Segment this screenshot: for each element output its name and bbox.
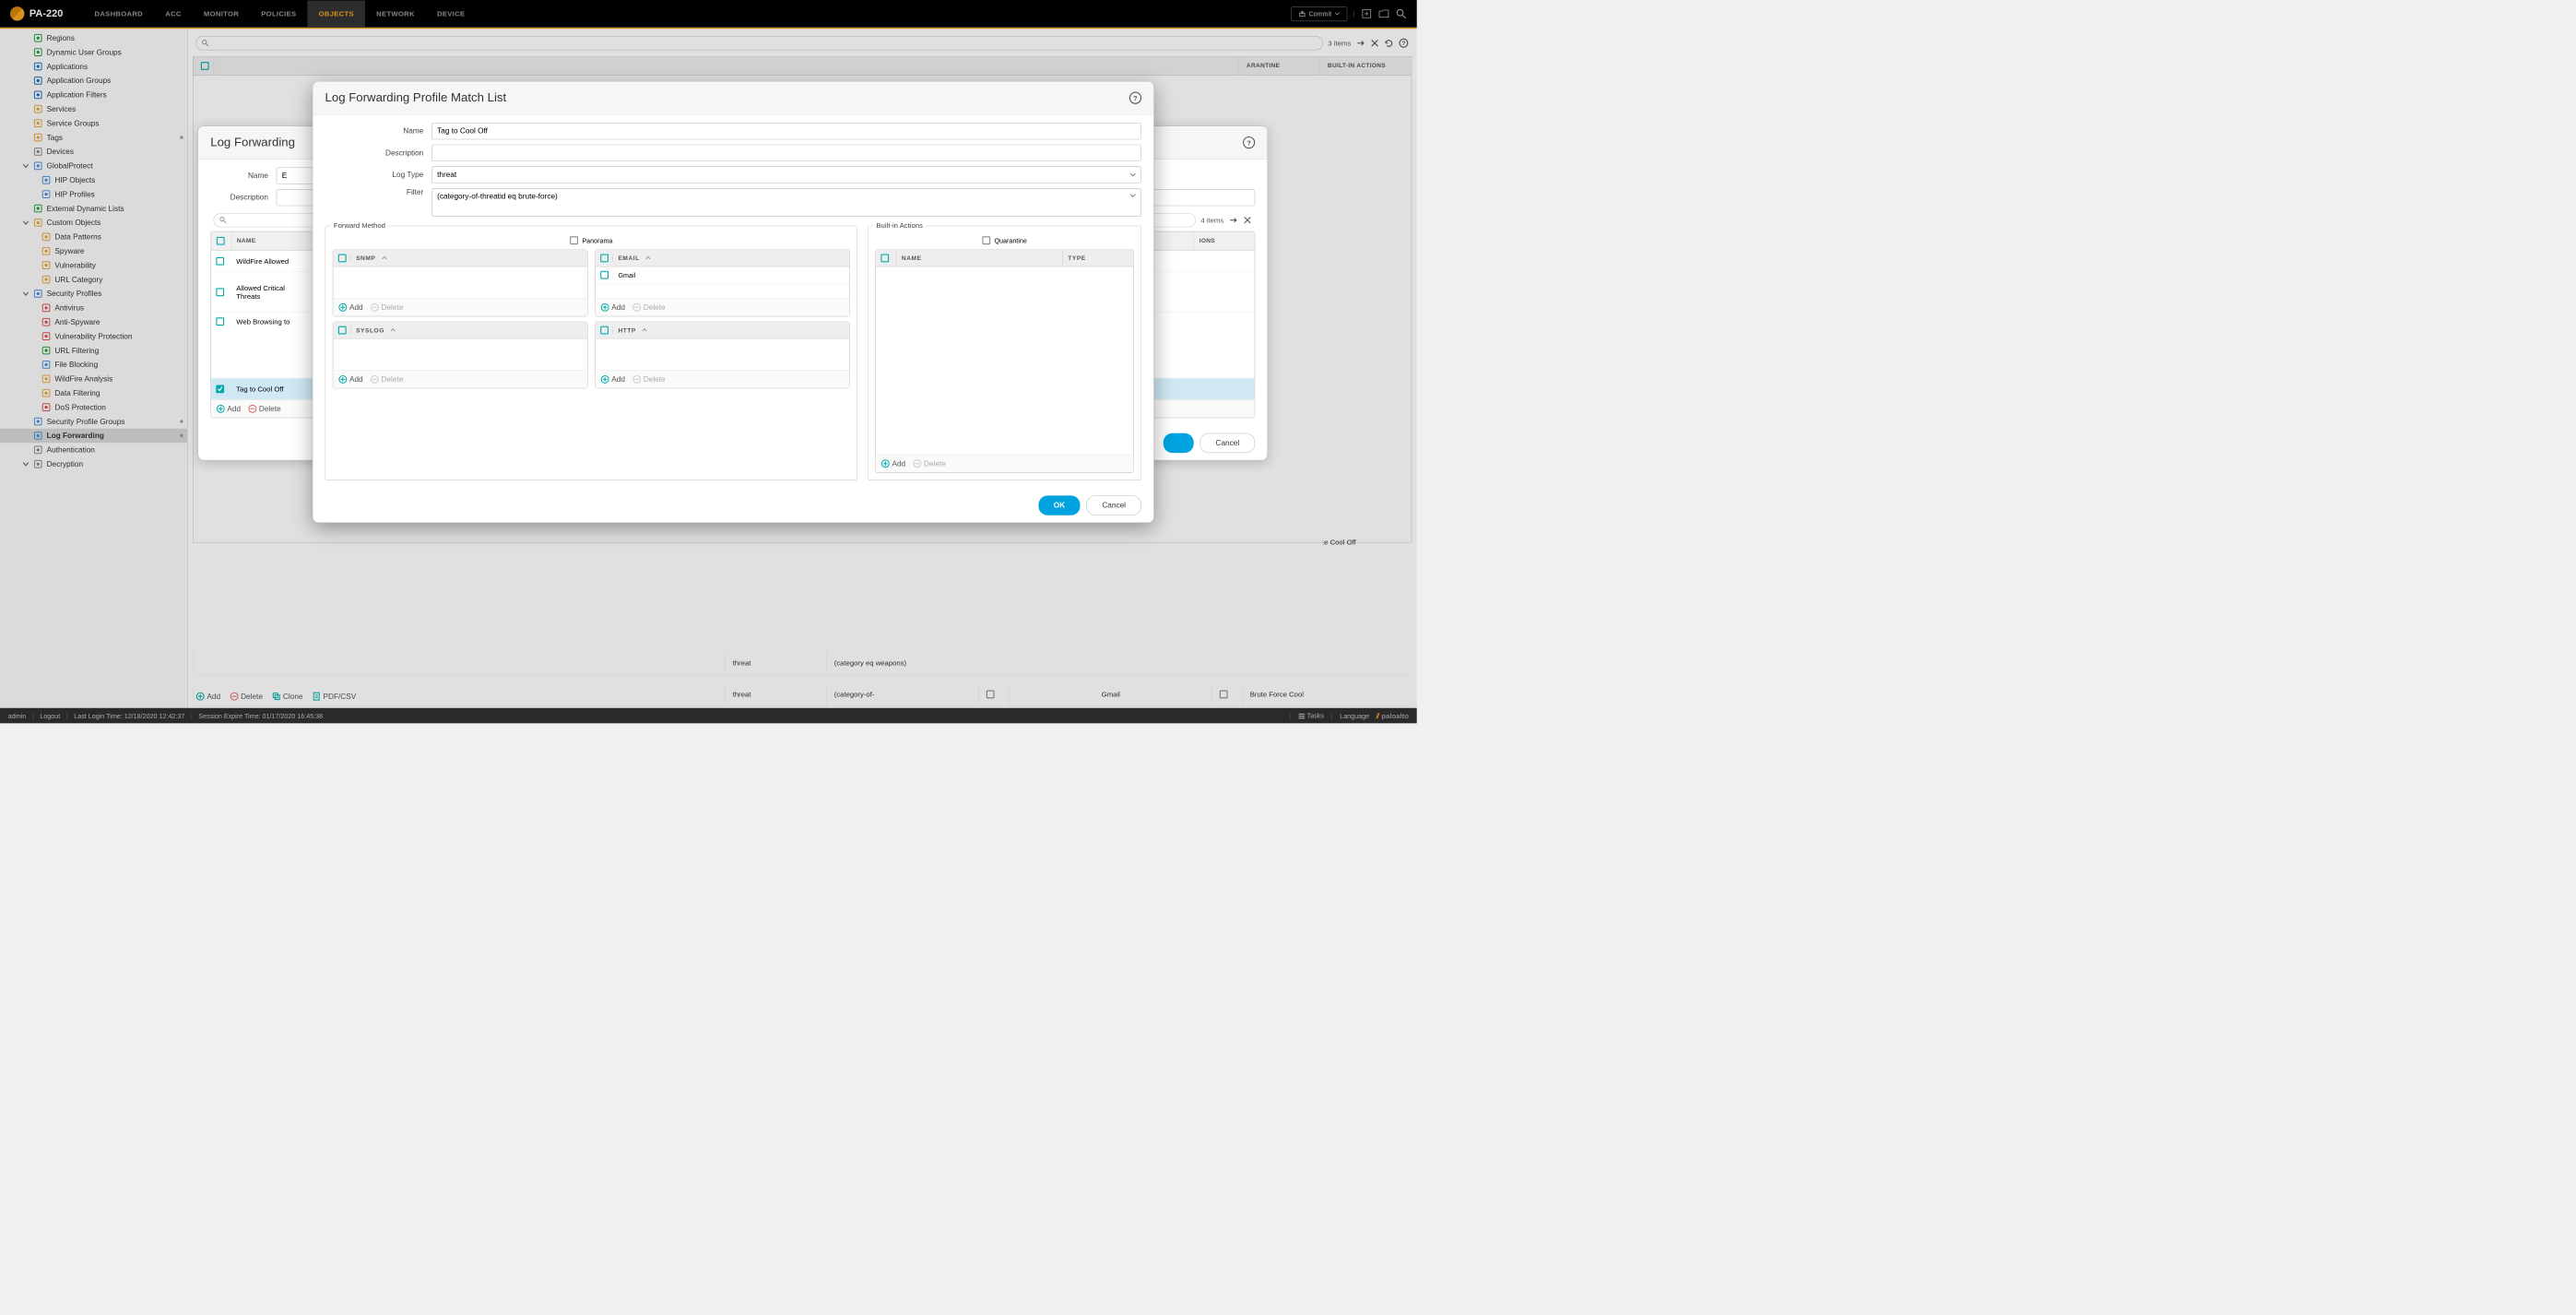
filter-label: Filter	[325, 188, 432, 196]
syslog-delete[interactable]: Delete	[370, 374, 403, 384]
log-type-select[interactable]: threat	[431, 166, 1141, 183]
footer-tasks[interactable]: Tasks	[1298, 712, 1324, 720]
email-row[interactable]: Gmail	[596, 267, 850, 283]
builtin-legend: Built-in Actions	[873, 221, 926, 230]
http-delete[interactable]: Delete	[632, 374, 666, 384]
panorama-label: Panorama	[582, 237, 612, 244]
email-header[interactable]: EMAIL	[612, 255, 639, 262]
selectall-checkbox[interactable]	[600, 326, 609, 335]
http-table: HTTP Add Delete	[595, 322, 850, 389]
inner-delete-link[interactable]: Delete	[248, 404, 281, 413]
http-header[interactable]: HTTP	[612, 326, 635, 334]
selectall-checkbox[interactable]	[880, 255, 889, 263]
inner-items-count: 4 items	[1200, 216, 1223, 224]
email-add[interactable]: Add	[600, 302, 625, 312]
forward-method-legend: Forward Method	[331, 221, 389, 230]
cancel-button[interactable]: Cancel	[1086, 495, 1141, 515]
footer-last-login: Last Login Time: 12/18/2020 12:42:37	[74, 712, 184, 719]
modal1-title: Log Forwarding	[210, 136, 295, 149]
row-name[interactable]: WildFire Allowed	[231, 252, 294, 270]
row-checkbox[interactable]	[216, 257, 224, 266]
modal2-title: Log Forwarding Profile Match List	[325, 90, 507, 104]
ba-delete[interactable]: Delete	[913, 459, 946, 468]
email-table: EMAIL Gmail Add Delete	[595, 250, 850, 317]
name-label: Name	[325, 127, 432, 136]
modal1-cancel[interactable]: Cancel	[1199, 433, 1255, 453]
row-name[interactable]: Allowed Critical Threats	[231, 278, 290, 305]
filter-value: (category-of-threatid eq brute-force)	[437, 192, 558, 200]
ba-name-col[interactable]: NAME	[896, 250, 1062, 267]
description-label: Description	[325, 148, 432, 157]
snmp-table: SNMP Add Delete	[333, 250, 588, 317]
close-icon[interactable]	[1243, 216, 1252, 225]
selectall-checkbox[interactable]	[600, 255, 609, 263]
syslog-table: SYSLOG Add Delete	[333, 322, 588, 389]
quarantine-label: Quarantine	[994, 237, 1026, 244]
row-checkbox[interactable]	[600, 271, 609, 279]
snmp-delete[interactable]: Delete	[370, 302, 403, 312]
match-desc-input[interactable]	[431, 145, 1141, 161]
inner-add-link[interactable]: Add	[216, 404, 241, 413]
log-type-value: threat	[437, 171, 456, 179]
ba-add[interactable]: Add	[880, 459, 905, 468]
modal1-ok[interactable]	[1164, 433, 1194, 453]
selectall-checkbox[interactable]	[338, 326, 347, 335]
logtype-label: Log Type	[325, 171, 432, 179]
row-checkbox-checked[interactable]	[216, 385, 224, 393]
syslog-header[interactable]: SYSLOG	[350, 326, 384, 334]
chevron-down-icon	[1129, 193, 1136, 199]
desc-label: Description	[210, 194, 277, 202]
snmp-add[interactable]: Add	[338, 302, 363, 312]
footer-language[interactable]: Language	[1340, 712, 1369, 719]
col-ba: IONS	[1194, 231, 1255, 250]
name-label: Name	[210, 172, 277, 180]
filter-select[interactable]: (category-of-threatid eq brute-force)	[431, 188, 1141, 217]
search-icon	[219, 216, 228, 224]
row-checkbox[interactable]	[216, 288, 224, 296]
http-add[interactable]: Add	[600, 374, 625, 384]
selectall-checkbox[interactable]	[217, 237, 225, 245]
ba-type-col[interactable]: TYPE	[1062, 250, 1133, 267]
sort-icon	[645, 255, 651, 261]
selectall-checkbox[interactable]	[338, 255, 347, 263]
footer: admin | Logout | Last Login Time: 12/18/…	[0, 708, 1417, 724]
panorama-checkbox[interactable]	[570, 236, 578, 244]
sort-icon	[642, 327, 647, 333]
footer-user[interactable]: admin	[8, 712, 26, 719]
row-checkbox[interactable]	[216, 317, 224, 326]
help-icon[interactable]: ?	[1129, 92, 1141, 104]
help-icon[interactable]: ?	[1243, 136, 1255, 148]
arrow-right-icon[interactable]	[1229, 216, 1238, 225]
row-name[interactable]: Tag to Cool Off	[231, 380, 289, 398]
row-name[interactable]: Web Browsing to	[231, 313, 295, 331]
match-name-input[interactable]	[431, 123, 1141, 139]
footer-expire: Session Expire Time: 01/17/2020 16:45:38	[198, 712, 323, 719]
sort-icon	[391, 327, 396, 333]
email-delete[interactable]: Delete	[632, 302, 666, 312]
ok-button[interactable]: OK	[1038, 495, 1080, 515]
snmp-header[interactable]: SNMP	[350, 255, 375, 262]
quarantine-checkbox[interactable]	[982, 236, 990, 244]
paloalto-logo: ⫽paloalto	[1377, 711, 1409, 719]
match-list-modal: Log Forwarding Profile Match List ? Name…	[313, 81, 1154, 523]
chevron-down-icon	[1129, 172, 1136, 178]
sort-icon	[382, 255, 387, 261]
footer-logout[interactable]: Logout	[40, 712, 60, 719]
syslog-add[interactable]: Add	[338, 374, 363, 384]
builtin-actions-table: NAME TYPE Add Delete	[875, 250, 1134, 473]
email-row-value: Gmail	[612, 271, 635, 278]
